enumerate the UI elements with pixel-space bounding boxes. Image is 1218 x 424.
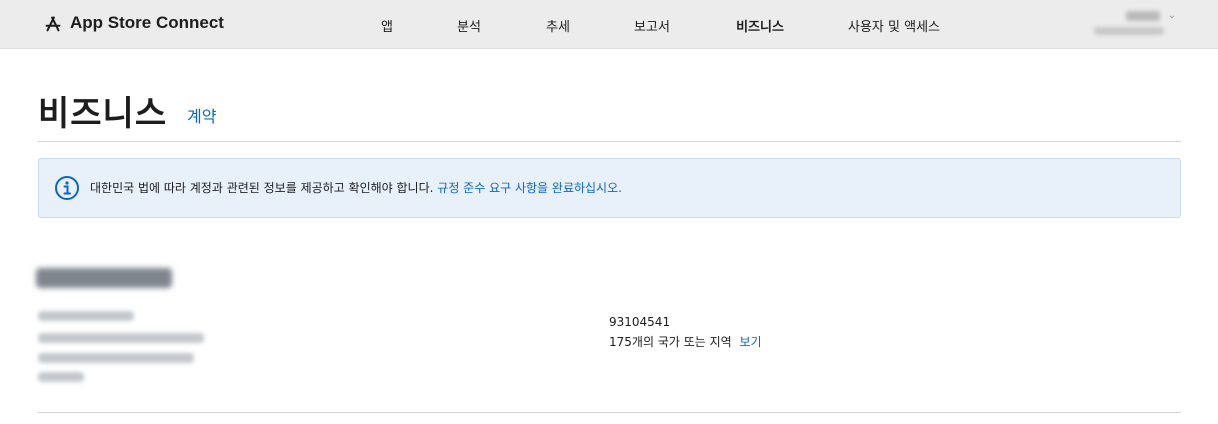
nav-users-and-access[interactable]: 사용자 및 액세스 — [848, 16, 940, 35]
nav-trends[interactable]: 추세 — [546, 16, 570, 35]
nav-apps[interactable]: 앱 — [381, 16, 393, 35]
account-name-redacted — [1126, 11, 1160, 21]
divider — [38, 412, 1181, 413]
nav-reports[interactable]: 보고서 — [634, 16, 670, 35]
tab-contracts[interactable]: 계약 — [187, 103, 216, 127]
notice-text: 대한민국 법에 따라 계정과 관련된 정보를 제공하고 확인해야 합니다. — [90, 181, 434, 195]
account-menu[interactable]: ⌄ — [1088, 8, 1178, 40]
compliance-notice: 대한민국 법에 따라 계정과 관련된 정보를 제공하고 확인해야 합니다. 규정… — [38, 158, 1181, 218]
complete-compliance-link[interactable]: 규정 준수 요구 사항을 완료하십시오. — [437, 181, 622, 195]
nav-analytics[interactable]: 분석 — [457, 16, 481, 35]
app-store-connect-logo[interactable]: App Store Connect — [42, 12, 224, 34]
territories-count: 175개의 국가 또는 지역 — [609, 335, 732, 349]
info-icon — [55, 176, 79, 200]
view-territories-link[interactable]: 보기 — [740, 335, 762, 349]
address-line-redacted — [38, 372, 84, 382]
page-title: 비즈니스 — [38, 94, 168, 134]
nav-business[interactable]: 비즈니스 — [736, 16, 784, 35]
divider — [38, 141, 1181, 142]
notice-message: 대한민국 법에 따라 계정과 관련된 정보를 제공하고 확인해야 합니다. 규정… — [90, 179, 622, 196]
company-name-redacted — [36, 268, 172, 288]
territories-info: 175개의 국가 또는 지역 보기 — [609, 333, 762, 350]
app-store-icon — [45, 16, 61, 32]
account-number: 93104541 — [609, 315, 671, 329]
address-line-redacted — [38, 333, 204, 343]
account-org-redacted — [1094, 27, 1164, 35]
address-line-redacted — [38, 311, 134, 321]
chevron-down-icon: ⌄ — [1167, 10, 1176, 21]
top-nav-bar: App Store Connect 앱 분석 추세 보고서 비즈니스 사용자 및… — [0, 0, 1218, 49]
brand-name: App Store Connect — [70, 13, 224, 32]
address-line-redacted — [38, 353, 194, 363]
